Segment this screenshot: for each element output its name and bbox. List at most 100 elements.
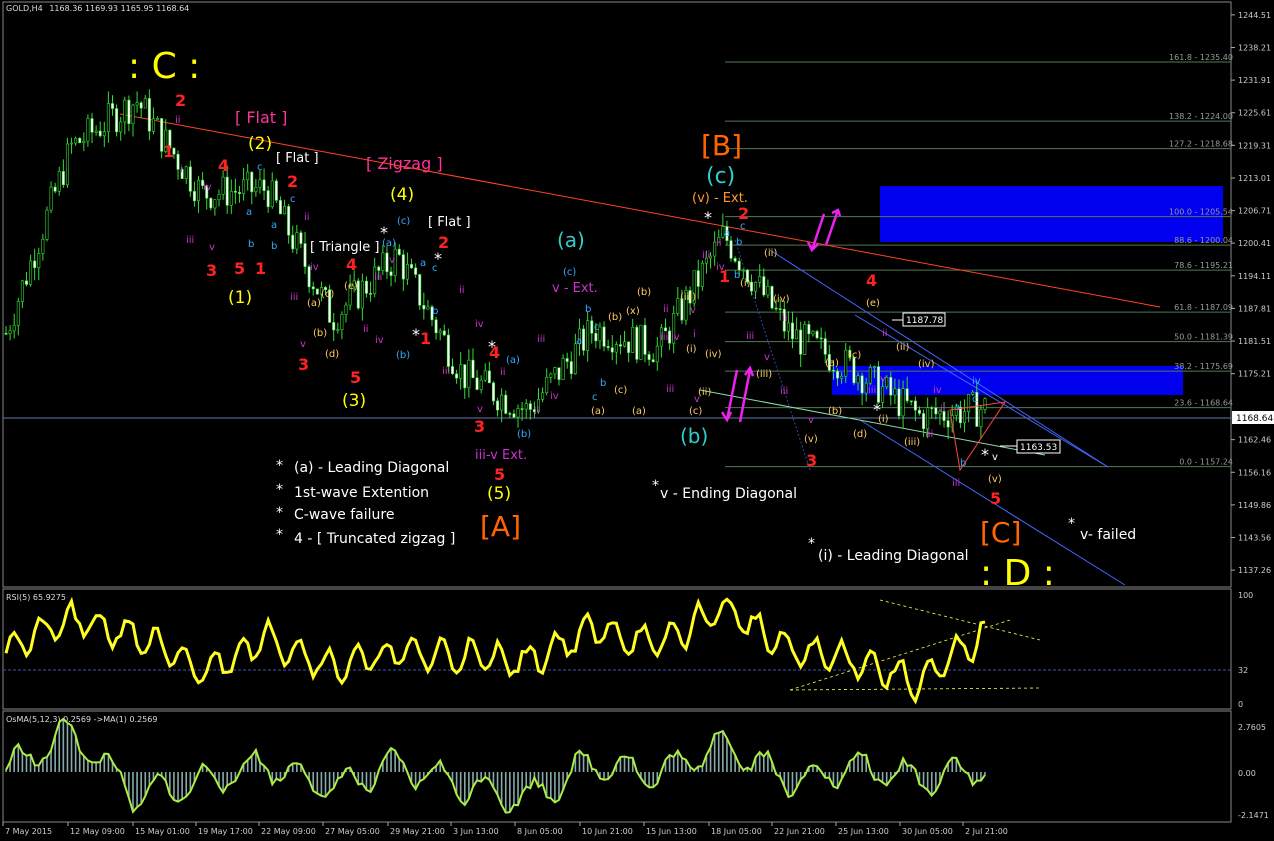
candle-body bbox=[295, 232, 299, 250]
svg-text:iii: iii bbox=[660, 332, 668, 343]
price-tick-label: 1238.21 bbox=[1238, 44, 1271, 53]
osma-tick-min: -2.1471 bbox=[1238, 811, 1269, 820]
svg-text:b: b bbox=[736, 237, 742, 248]
svg-text:iii: iii bbox=[374, 272, 382, 283]
svg-text:(iii): (iii) bbox=[756, 369, 772, 380]
svg-text:iii: iii bbox=[186, 235, 194, 246]
candle-body bbox=[266, 190, 270, 208]
candle-body bbox=[496, 400, 500, 411]
svg-text:*: * bbox=[808, 536, 815, 552]
svg-text:(c): (c) bbox=[397, 216, 410, 227]
candle-body bbox=[364, 280, 368, 294]
svg-text:a: a bbox=[954, 402, 960, 413]
candle-body bbox=[233, 190, 237, 193]
wave-label: [ Flat ] bbox=[428, 215, 471, 230]
time-tick-label: 15 Jun 13:00 bbox=[646, 827, 697, 836]
candle-body bbox=[872, 366, 876, 368]
osma-label: OsMA(5,12,3) 0.2569 ->MA(1) 0.2569 bbox=[6, 715, 157, 724]
price-tick-label: 1200.41 bbox=[1238, 239, 1271, 248]
svg-text:(iii): (iii) bbox=[680, 292, 696, 303]
candle-body bbox=[405, 264, 409, 280]
svg-text:v: v bbox=[764, 352, 770, 363]
candle-body bbox=[868, 367, 872, 384]
candle-body bbox=[225, 176, 229, 206]
svg-text:3: 3 bbox=[806, 451, 817, 470]
svg-text:(iv): (iv) bbox=[918, 359, 935, 370]
svg-text:5: 5 bbox=[350, 368, 361, 387]
candle-body bbox=[512, 413, 516, 418]
svg-text:iv: iv bbox=[475, 319, 484, 330]
svg-text:a: a bbox=[576, 336, 582, 347]
candle-body bbox=[446, 334, 450, 367]
candle-body bbox=[758, 276, 762, 283]
svg-text:iv: iv bbox=[550, 391, 559, 402]
candle-body bbox=[369, 293, 373, 295]
price-tick-label: 1206.71 bbox=[1238, 207, 1271, 216]
svg-text:(ii): (ii) bbox=[896, 342, 909, 353]
legend-star: * bbox=[276, 505, 283, 521]
svg-text:c: c bbox=[257, 162, 263, 173]
candle-body bbox=[635, 326, 639, 360]
price-tick-label: 1175.21 bbox=[1238, 370, 1271, 379]
svg-text:(x): (x) bbox=[626, 306, 640, 317]
candle-body bbox=[242, 179, 246, 194]
wave-label: (4) bbox=[390, 185, 414, 205]
fib-label: 88.6 - 1200.04 bbox=[1174, 236, 1233, 245]
svg-text:ii: ii bbox=[663, 304, 669, 315]
svg-text:iv: iv bbox=[375, 335, 384, 346]
candle-body bbox=[778, 308, 782, 310]
svg-text:ii: ii bbox=[304, 212, 310, 223]
candle-body bbox=[24, 280, 28, 285]
svg-text:b: b bbox=[271, 241, 277, 252]
svg-text:c: c bbox=[592, 392, 598, 403]
svg-text:5: 5 bbox=[494, 465, 505, 484]
svg-text:(c): (c) bbox=[563, 267, 576, 278]
svg-text:ii: ii bbox=[940, 404, 946, 415]
candle-body bbox=[332, 322, 336, 331]
svg-text:*: * bbox=[652, 478, 659, 494]
candle-body bbox=[917, 409, 921, 414]
svg-text:a: a bbox=[271, 220, 277, 231]
candle-body bbox=[479, 379, 483, 390]
svg-text:iii: iii bbox=[290, 292, 298, 303]
time-tick-label: 22 May 09:00 bbox=[261, 827, 316, 836]
candle-body bbox=[70, 142, 74, 145]
candle-body bbox=[258, 179, 262, 188]
svg-text:iv: iv bbox=[203, 182, 212, 193]
candle-body bbox=[762, 276, 766, 296]
price-tick-label: 1137.26 bbox=[1238, 566, 1271, 575]
candle-body bbox=[20, 280, 24, 302]
candle-body bbox=[340, 314, 344, 330]
wave-label: : D : bbox=[980, 553, 1055, 594]
svg-text:i: i bbox=[180, 164, 183, 175]
candle-body bbox=[487, 370, 491, 384]
candle-body bbox=[582, 328, 586, 351]
candle-body bbox=[983, 398, 987, 410]
svg-text:iv: iv bbox=[310, 262, 319, 273]
fib-label: 78.6 - 1195.21 bbox=[1174, 261, 1233, 270]
time-tick-label: 18 Jun 05:00 bbox=[711, 827, 762, 836]
candle-body bbox=[856, 375, 860, 384]
trading-chart[interactable]: 161.8 - 1235.40 138.2 - 1224.00 127.2 - 12… bbox=[0, 0, 1274, 841]
legend-note: (a) - Leading Diagonal bbox=[294, 460, 449, 476]
candle-body bbox=[696, 270, 700, 287]
candle-body bbox=[192, 191, 196, 202]
candle-body bbox=[29, 260, 33, 285]
candle-body bbox=[905, 388, 909, 402]
candle-body bbox=[790, 322, 794, 340]
svg-text:b: b bbox=[585, 304, 591, 315]
chart-header: GOLD,H4 1168.36 1169.93 1165.95 1168.64 bbox=[6, 4, 189, 13]
minor-wave-glyphs: ii i iv iii v c a b c a b ii iv iii v (a… bbox=[175, 115, 1002, 489]
candle-body bbox=[184, 166, 188, 179]
rsi-tick-0: 0 bbox=[1238, 700, 1243, 709]
svg-text:b: b bbox=[960, 458, 966, 469]
note-leading-diagonal: (i) - Leading Diagonal bbox=[818, 548, 969, 564]
svg-text:(b): (b) bbox=[396, 350, 410, 361]
svg-text:iii: iii bbox=[442, 366, 450, 377]
candle-body bbox=[123, 99, 127, 123]
candle-body bbox=[541, 392, 545, 400]
candle-body bbox=[147, 98, 151, 132]
candle-body bbox=[455, 373, 459, 379]
svg-text:a: a bbox=[420, 258, 426, 269]
rsi-tick-32: 32 bbox=[1238, 666, 1248, 675]
